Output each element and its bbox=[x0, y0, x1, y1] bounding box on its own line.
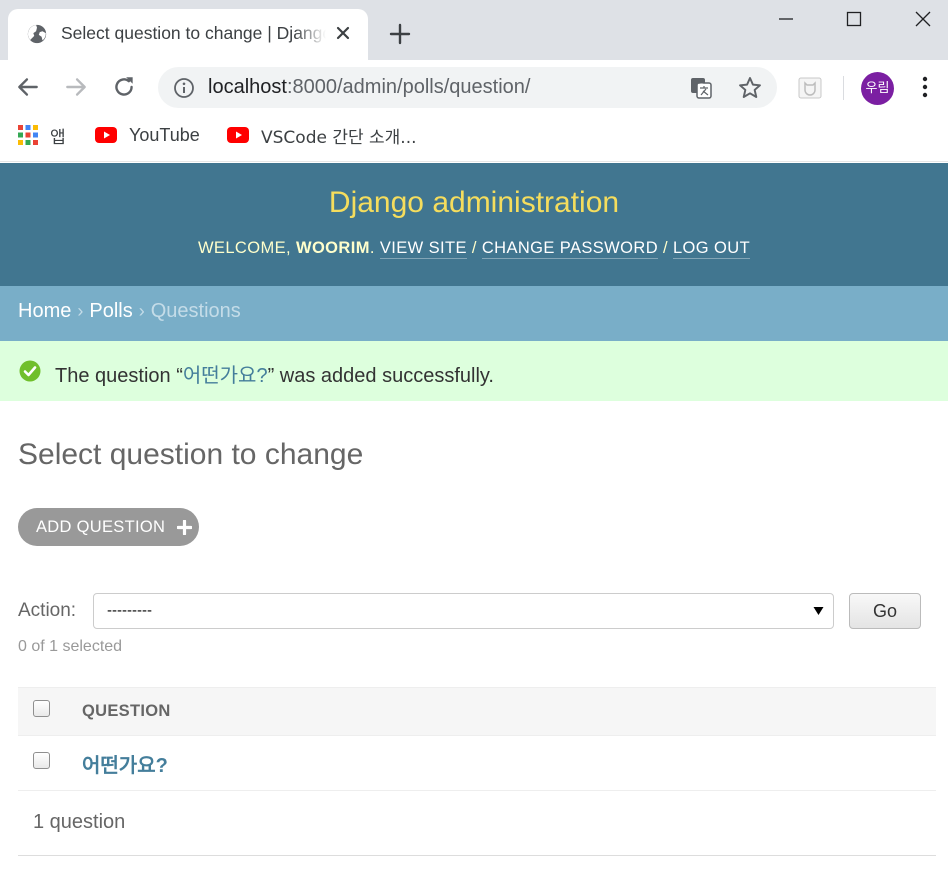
paginator: 1 question bbox=[18, 791, 936, 856]
table-row: 어떤가요? bbox=[18, 736, 936, 791]
action-label: Action: bbox=[18, 600, 77, 621]
change-password-link[interactable]: Change password bbox=[481, 239, 659, 259]
success-message: The question “어떤가요?” was added successfu… bbox=[0, 341, 948, 401]
question-link[interactable]: 어떤가요? bbox=[82, 749, 168, 778]
bookmarks-bar: 앱 YouTube VSCode 간단 소개... bbox=[0, 114, 948, 162]
breadcrumb-separator: › bbox=[77, 301, 84, 321]
breadcrumb-separator: › bbox=[138, 301, 145, 321]
view-site-link[interactable]: View site bbox=[379, 239, 467, 259]
site-branding[interactable]: Django administration bbox=[0, 186, 948, 220]
url-text[interactable]: localhost:8000/admin/polls/question/ bbox=[208, 76, 530, 99]
forward-arrow-icon[interactable] bbox=[63, 74, 89, 100]
plus-icon bbox=[177, 519, 193, 535]
table-header: QUESTION bbox=[18, 687, 936, 736]
bookmark-star-icon[interactable] bbox=[737, 75, 763, 101]
user-tools: Welcome, woorim. View site / Change pass… bbox=[197, 239, 751, 259]
go-button[interactable]: Go bbox=[849, 593, 921, 629]
welcome-text: Welcome, bbox=[197, 239, 291, 257]
column-header-question[interactable]: QUESTION bbox=[82, 702, 171, 721]
browser-toolbar: localhost:8000/admin/polls/question/ G 우… bbox=[0, 60, 948, 114]
message-prefix: The question “ bbox=[55, 365, 183, 387]
message-object-link[interactable]: 어떤가요? bbox=[183, 365, 268, 387]
profile-avatar[interactable]: 우림 bbox=[861, 72, 894, 105]
bookmark-label: YouTube bbox=[129, 124, 200, 145]
more-menu-icon[interactable] bbox=[915, 74, 935, 100]
extension-icon[interactable] bbox=[798, 77, 822, 99]
admin-header: Django administration Welcome, woorim. V… bbox=[0, 163, 948, 286]
add-question-label: ADD QUESTION bbox=[36, 517, 166, 536]
youtube-icon bbox=[227, 127, 249, 143]
message-text: The question “어떤가요?” was added successfu… bbox=[55, 359, 494, 388]
action-selected-value: --------- bbox=[107, 602, 152, 619]
close-icon[interactable] bbox=[334, 24, 352, 42]
username: woorim bbox=[295, 239, 370, 257]
new-tab-plus-icon[interactable] bbox=[388, 22, 412, 46]
address-bar[interactable]: localhost:8000/admin/polls/question/ G bbox=[158, 67, 777, 108]
bookmark-label: VSCode 간단 소개... bbox=[261, 127, 417, 148]
breadcrumb-home[interactable]: Home bbox=[18, 300, 71, 322]
message-suffix: ” was added successfully. bbox=[267, 365, 494, 387]
bookmark-label: 앱 bbox=[50, 127, 66, 148]
breadcrumb: Home › Polls › Questions bbox=[0, 286, 948, 341]
back-arrow-icon[interactable] bbox=[15, 74, 41, 100]
breadcrumb-current: Questions bbox=[150, 300, 241, 322]
window-close-icon[interactable] bbox=[912, 8, 934, 30]
maximize-icon[interactable] bbox=[843, 8, 865, 30]
browser-tabstrip: Select question to change | Django site … bbox=[0, 0, 948, 60]
bookmark-apps[interactable]: 앱 bbox=[18, 122, 66, 148]
apps-grid-icon bbox=[18, 125, 38, 145]
tab-title: Select question to change | Django site … bbox=[61, 23, 326, 43]
reload-icon[interactable] bbox=[111, 74, 137, 100]
translate-icon[interactable]: G bbox=[689, 76, 713, 100]
bookmark-vscode[interactable]: VSCode 간단 소개... bbox=[227, 122, 417, 148]
youtube-icon bbox=[95, 127, 117, 143]
success-check-icon bbox=[19, 360, 41, 382]
results-table: QUESTION 어떤가요? bbox=[18, 687, 936, 791]
row-checkbox[interactable] bbox=[33, 752, 50, 769]
breadcrumb-polls[interactable]: Polls bbox=[89, 300, 132, 322]
browser-tab[interactable]: Select question to change | Django site … bbox=[8, 9, 368, 60]
select-all-checkbox[interactable] bbox=[33, 700, 50, 717]
add-question-button[interactable]: ADD QUESTION bbox=[18, 508, 199, 546]
toolbar-separator bbox=[843, 76, 844, 100]
minimize-icon[interactable] bbox=[775, 8, 797, 30]
page-title: Select question to change bbox=[18, 438, 364, 471]
bookmark-youtube[interactable]: YouTube bbox=[95, 122, 200, 148]
info-icon[interactable] bbox=[173, 77, 195, 99]
action-select[interactable]: --------- bbox=[93, 593, 834, 629]
result-count: 1 question bbox=[33, 811, 126, 833]
log-out-link[interactable]: Log out bbox=[672, 239, 751, 259]
dropdown-arrow-icon bbox=[813, 607, 824, 615]
url-host: localhost bbox=[208, 76, 287, 98]
selected-count: 0 of 1 selected bbox=[18, 638, 123, 655]
globe-icon bbox=[27, 24, 47, 44]
url-path: :8000/admin/polls/question/ bbox=[286, 76, 531, 98]
